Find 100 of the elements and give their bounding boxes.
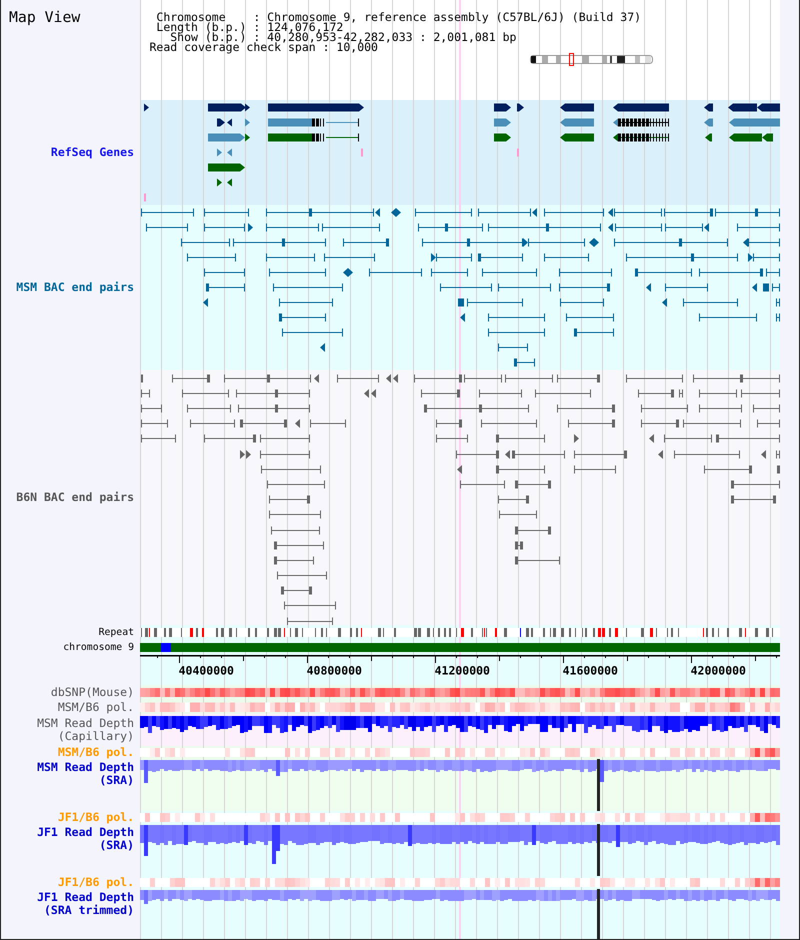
track-label: JF1 Read Depth (SRA trimmed) — [36, 890, 134, 916]
triangle-marker-icon — [662, 298, 667, 307]
axis-tick-label: 42000000 — [690, 664, 746, 678]
bac-end-pair — [141, 420, 168, 428]
triangle-marker-icon — [431, 253, 436, 262]
bac-end-pair — [266, 254, 315, 262]
triangle-marker-icon — [523, 238, 528, 247]
gene-model — [560, 134, 594, 142]
bac-end-pair — [560, 298, 604, 306]
bac-end-pair — [679, 390, 683, 398]
bac-end-pair — [699, 314, 757, 322]
bac-end-pair — [261, 466, 321, 474]
gene-model — [494, 134, 511, 142]
gene-model — [729, 118, 780, 126]
view-position-marker — [569, 52, 574, 66]
bac-end-pair — [269, 268, 326, 276]
bac-end-pair — [626, 374, 683, 382]
triangle-marker-icon — [532, 208, 537, 217]
bac-end-pair — [699, 390, 737, 398]
bac-end-pair — [284, 602, 336, 610]
gene-model — [613, 134, 669, 142]
bac-end-pair — [415, 208, 472, 216]
bac-end-pair — [172, 374, 210, 382]
bac-end-pair — [273, 284, 343, 292]
triangle-marker-icon — [386, 374, 391, 383]
bac-end-pair — [460, 480, 505, 488]
bac-end-pair — [544, 254, 589, 262]
bac-end-pair — [204, 268, 245, 276]
bac-end-pair — [287, 618, 333, 625]
bac-end-pair — [557, 404, 615, 412]
gene-model — [208, 164, 245, 172]
bac-end-pair — [204, 434, 256, 442]
bac-end-pair — [431, 268, 468, 276]
bac-end-pair — [683, 420, 741, 428]
gap-marker — [597, 759, 600, 811]
triangle-marker-icon — [649, 434, 654, 443]
track-label: B6N BAC end pairs — [16, 491, 134, 504]
bac-end-pair — [322, 224, 380, 232]
track-label: JF1 Read Depth (SRA) — [36, 826, 134, 852]
triangle-marker-icon — [460, 313, 465, 322]
bac-end-pair — [467, 298, 523, 306]
gene-model — [729, 134, 773, 142]
bac-end-pair — [559, 284, 610, 292]
bac-end-pair — [481, 420, 537, 428]
gene-model — [705, 134, 712, 142]
bac-end-pair — [515, 480, 551, 488]
bac-end-pair — [757, 420, 780, 428]
bac-end-pair — [206, 284, 245, 292]
bac-end-pair — [665, 224, 703, 232]
axis-tick-label: 41600000 — [562, 664, 618, 678]
bac-end-pair — [683, 298, 738, 306]
tick-mark-icon — [361, 148, 363, 156]
bac-end-pair — [566, 314, 614, 322]
bac-end-pair — [141, 404, 162, 412]
diamond-marker-icon — [343, 268, 353, 277]
bac-end-pair — [499, 510, 537, 518]
bac-end-pair — [635, 268, 692, 276]
bac-end-pair — [274, 542, 324, 550]
bac-end-pair — [281, 586, 312, 594]
gene-model — [704, 104, 713, 112]
bac-end-pair — [260, 434, 310, 442]
view-title: Map View — [9, 9, 80, 26]
bac-end-pair — [260, 450, 310, 458]
bac-end-pair — [665, 284, 708, 292]
bac-end-pair — [464, 374, 502, 382]
bac-end-pair — [776, 450, 780, 458]
bac-end-pair — [181, 238, 230, 246]
gene-model — [560, 104, 594, 112]
triangle-marker-icon — [364, 389, 369, 398]
bac-end-pair — [776, 298, 780, 306]
bac-end-pair — [478, 208, 531, 216]
tick-mark-icon — [517, 148, 519, 156]
triangle-marker-icon — [704, 223, 709, 232]
triangle-marker-icon — [393, 374, 398, 383]
bac-end-pair — [187, 404, 231, 412]
bac-end-pair — [514, 358, 535, 366]
bac-end-pair — [731, 496, 776, 504]
bac-end-pair — [664, 434, 712, 442]
bac-end-pair — [436, 434, 468, 442]
gene-model — [728, 104, 780, 112]
bac-end-pair — [568, 420, 615, 428]
bac-end-pair — [310, 420, 346, 428]
bac-end-pair — [777, 466, 780, 474]
bac-end-pair — [436, 254, 472, 262]
track-label: MSM Read Depth (SRA) — [36, 760, 134, 786]
bac-end-pair — [266, 224, 319, 232]
bac-end-pair — [699, 268, 763, 276]
bac-end-pair — [557, 374, 600, 382]
bac-end-pair — [141, 208, 194, 216]
bac-end-pair — [574, 466, 616, 474]
bac-end-pair — [187, 254, 236, 262]
bac-end-pair — [498, 496, 529, 504]
bac-end-pair — [674, 450, 740, 458]
bac-end-pair — [776, 314, 780, 322]
bac-end-pair — [141, 434, 176, 442]
track-label: chromosome 9 — [63, 641, 134, 654]
bac-end-pair — [204, 208, 249, 216]
bac-end-pair — [638, 390, 674, 398]
info-line: Read coverage check span : 10,000 — [150, 42, 378, 52]
bac-end-pair — [615, 224, 662, 232]
